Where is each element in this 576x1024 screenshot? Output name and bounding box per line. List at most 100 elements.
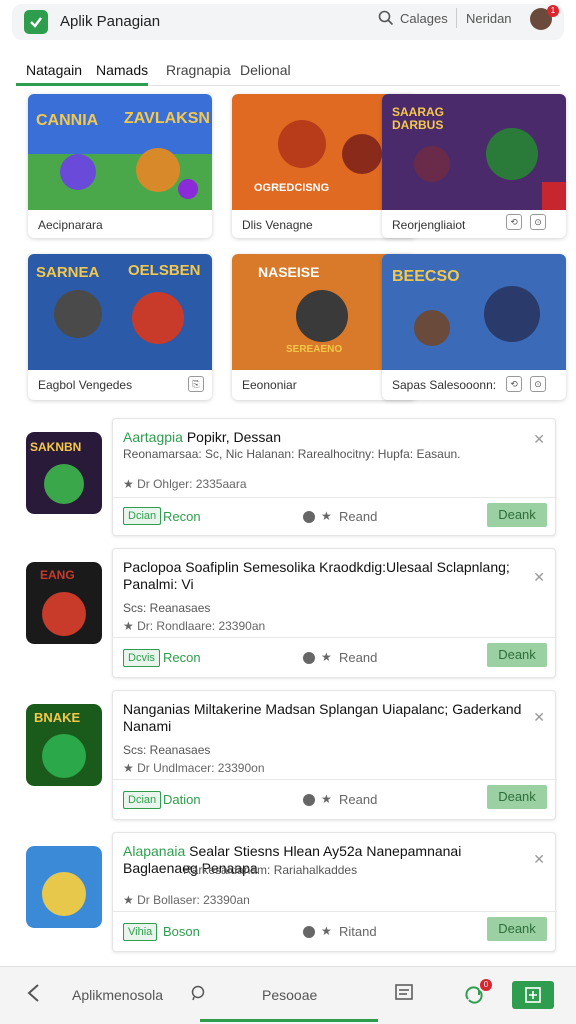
app-logo-icon[interactable] [24,10,48,34]
item-title-text: Popikr, Dessan [186,429,281,445]
item-meta: ★ Dr Bollaser: 23390an [123,893,250,907]
game-card[interactable]: CANNIA ZAVLAKSN Aecipnarara [28,94,212,238]
tab-namads[interactable]: Namads [96,62,148,78]
active-nav-indicator [200,1019,378,1022]
star-icon: ★ [321,924,332,938]
search-label[interactable]: Calages [400,11,448,26]
back-arrow-icon[interactable] [26,983,40,1008]
chat-icon[interactable] [190,985,206,1006]
star-icon: ★ [321,509,332,523]
tab-natagain[interactable]: Natagain [26,62,82,78]
card-caption: Aecipnarara [38,218,103,232]
status-badge: Dcian [123,507,162,525]
status-badge: Dcian [123,791,162,809]
item-title: Paclopoa Soafiplin Semesolika Kraodkdig:… [123,559,510,592]
header-divider [456,8,457,28]
item-title-highlight: Aartagpia [123,429,183,445]
divider [113,911,557,912]
item-title-highlight: Alapanaia [123,843,186,859]
item-meta-text: Dr Undlmacer: 23390on [137,761,265,775]
thumbnail-title: ZAVLAKSN [124,110,210,127]
close-icon[interactable]: ✕ [533,709,545,726]
game-icon-title: EANG [40,568,75,582]
app-title: Aplik Panagian [60,13,161,30]
download-button[interactable]: Deank [487,785,547,809]
tab-bar: Natagain Namads Rragnapia Delional [16,56,560,86]
game-card[interactable]: BEECSO Sapas Salesooonn: ⟲ ⊙ [382,254,566,400]
game-card[interactable]: SAARAG DARBUS Reorjengliaiot ⟲ ⊙ [382,94,566,238]
thumbnail-title: BEECSO [392,268,460,285]
item-title: Nanganias Miltakerine Madsan Splangan Ui… [123,701,522,734]
action-icon[interactable]: ⊙ [530,214,546,230]
thumbnail-title: CANNIA [36,112,99,129]
item-panel: Nanganias Miltakerine Madsan Splangan Ui… [112,690,557,820]
item-meta-text: Dr: Rondlaare: 23390an [137,619,266,633]
card-caption: Dlis Venagne [242,218,313,232]
divider [113,497,557,498]
card-caption: Eeononiar [242,378,297,392]
thumbnail-title: SEREAENO [286,344,343,355]
card-caption: Reorjengliaiot [392,218,466,232]
tab-delional[interactable]: Delional [240,62,291,78]
thumbnail-title: SARNEA [36,264,100,281]
item-link[interactable]: Dation [163,792,201,807]
close-icon[interactable]: ✕ [533,431,545,448]
item-panel: Alapanaia Sealar Stiesns Hlean Ay52a Nan… [112,832,557,952]
list-item[interactable]: Alapanaia Sealar Stiesns Hlean Ay52a Nan… [16,832,557,952]
action-icon[interactable]: ⟲ [506,214,522,230]
download-button[interactable]: Deank [487,917,547,941]
thumbnail-title: OELSBEN [128,262,201,279]
item-meta: ★ Dr: Rondlaare: 23390an [123,619,266,633]
notification-badge: 1 [547,5,559,17]
item-subtitle: Reonamarsaa: Sc, Nic Halanan: Rarealhoci… [123,447,461,461]
game-icon-title: BNAKE [34,710,81,725]
item-title: Aartagpia Popikr, Dessan [123,429,533,446]
divider [113,779,557,780]
search-icon[interactable] [378,10,394,31]
gear-icon[interactable] [303,511,315,523]
close-icon[interactable]: ✕ [533,851,545,868]
status-badge: Vihia [123,923,158,941]
close-icon[interactable]: ✕ [533,569,545,586]
action-icon[interactable]: ⊙ [530,376,546,392]
rating-label: Reand [339,509,378,524]
action-icon[interactable]: ⟲ [506,376,522,392]
user-name[interactable]: Neridan [466,11,512,26]
item-subtitle: Scs: Reanasaes [123,601,211,615]
thumbnail-title: NASEISE [258,264,320,280]
list-item[interactable]: SAKNBN Aartagpia Popikr, Dessan ✕ Reonam… [16,418,557,536]
rating-label: Reand [339,650,378,665]
download-button[interactable]: Deank [487,503,547,527]
gear-icon[interactable] [303,652,315,664]
status-badge: Dcvis [123,649,160,667]
item-meta-text: Dr Ohlger: 2335aara [137,477,247,491]
action-icon[interactable]: ⎘ [188,376,204,392]
card-caption: Eagbol Vengedes [38,378,133,392]
list-item[interactable]: BNAKE Nanganias Miltakerine Madsan Splan… [16,690,557,820]
item-meta: ★ Dr Undlmacer: 23390on [123,761,265,775]
document-icon[interactable] [394,983,414,1008]
list-item[interactable]: EANG Paclopoa Soafiplin Semesolika Kraod… [16,548,557,678]
nav-label-center[interactable]: Pesooae [262,987,317,1003]
item-subtitle: Scs: Reanasaes [123,743,211,757]
thumbnail-title: OGREDCISNG [254,182,330,194]
bottom-nav: Aplikmenosola Pesooae 0 [0,966,576,1024]
active-tab-indicator [16,83,148,86]
download-button[interactable]: Deank [487,643,547,667]
item-panel: Paclopoa Soafiplin Semesolika Kraodkdig:… [112,548,557,678]
nav-badge: 0 [480,979,492,991]
item-panel: Aartagpia Popikr, Dessan ✕ Reonamarsaa: … [112,418,557,536]
game-icon-title: SAKNBN [30,440,82,454]
gear-icon[interactable] [303,926,315,938]
item-link[interactable]: Recon [163,650,201,665]
tab-rragnapia[interactable]: Rragnapia [166,62,231,78]
nav-label-left[interactable]: Aplikmenosola [72,987,163,1003]
item-meta-text: Dr Bollaser: 23390an [137,893,250,907]
rating-label: Reand [339,792,378,807]
gear-icon[interactable] [303,794,315,806]
rating-label: Ritand [339,924,377,939]
game-card[interactable]: SARNEA OELSBEN Eagbol Vengedes ⎘ [28,254,212,400]
item-link[interactable]: Recon [163,509,201,524]
add-button[interactable] [512,981,554,1009]
item-link[interactable]: Boson [163,924,200,939]
